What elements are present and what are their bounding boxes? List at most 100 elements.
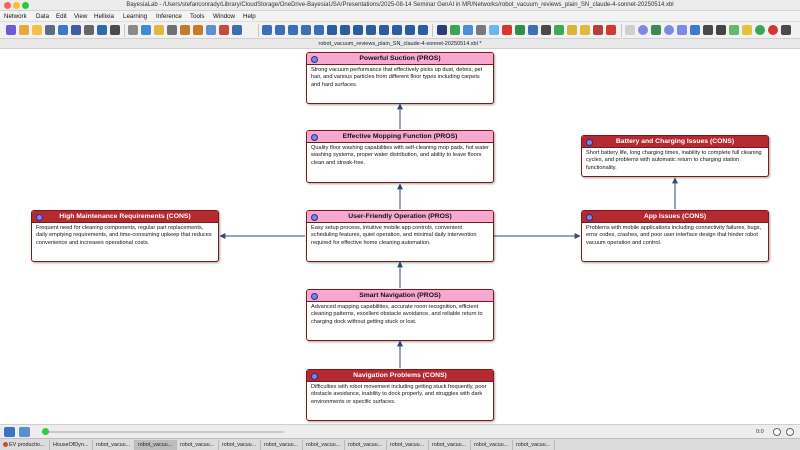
note-icon[interactable]: [232, 25, 242, 35]
warning-icon[interactable]: [593, 25, 603, 35]
delete-icon[interactable]: [167, 25, 177, 35]
expand-arrows-icon[interactable]: [327, 25, 337, 35]
menu-window[interactable]: Window: [213, 11, 235, 22]
node-square-icon[interactable]: [690, 25, 700, 35]
menu-data[interactable]: Data: [36, 11, 49, 22]
text-box-icon[interactable]: [729, 25, 739, 35]
node-high-maintenance[interactable]: High Maintenance Requirements (CONS) Fre…: [31, 210, 219, 262]
check-icon[interactable]: [450, 25, 460, 35]
modeling-mode-button[interactable]: [4, 427, 15, 437]
zoom-fit-icon[interactable]: [288, 25, 298, 35]
bayesialab-icon: [3, 442, 8, 448]
menu-tools[interactable]: Tools: [190, 11, 204, 22]
node-octagon-icon[interactable]: [651, 25, 661, 35]
home-icon[interactable]: [6, 25, 16, 35]
zoom-in-icon[interactable]: [262, 25, 272, 35]
save-icon[interactable]: [58, 25, 68, 35]
menu-view[interactable]: View: [74, 11, 87, 22]
task-item[interactable]: HouseOfDyn...: [50, 440, 93, 450]
help-icon[interactable]: [786, 428, 794, 436]
image-icon[interactable]: [206, 25, 216, 35]
pie-icon[interactable]: [567, 25, 577, 35]
menu-inference[interactable]: Inference: [156, 11, 182, 22]
copy-icon[interactable]: [141, 25, 151, 35]
print-icon[interactable]: [84, 25, 94, 35]
zoom-selection-icon[interactable]: [301, 25, 311, 35]
zoom-out-icon[interactable]: [275, 25, 285, 35]
node-diamond-icon[interactable]: [677, 25, 687, 35]
network-canvas[interactable]: Powerful Suction (PROS) Strong vacuum pe…: [0, 50, 800, 424]
undo-icon[interactable]: [180, 25, 190, 35]
task-item[interactable]: robot_vacuu...: [261, 440, 303, 450]
search-icon[interactable]: [97, 25, 107, 35]
node-description: Difficulties with robot movement includi…: [311, 383, 487, 405]
task-item[interactable]: robot_vacuu...: [513, 440, 555, 450]
task-item[interactable]: EV productio...: [0, 440, 50, 450]
zoom-reset-icon[interactable]: [314, 25, 324, 35]
menu-help[interactable]: Help: [243, 11, 256, 22]
bayesialab-window: BayesiaLab - /Users/stefanconrady/Librar…: [0, 0, 800, 450]
task-item[interactable]: robot_vacuu...: [429, 440, 471, 450]
stop-icon[interactable]: [502, 25, 512, 35]
database-icon[interactable]: [45, 25, 55, 35]
node-smart-navigation[interactable]: Smart Navigation (PROS) Advanced mapping…: [306, 289, 494, 341]
task-item[interactable]: robot_vacuu...: [219, 440, 261, 450]
pencil-icon[interactable]: [781, 25, 791, 35]
monitor-icon[interactable]: [476, 25, 486, 35]
new-network-icon[interactable]: [19, 25, 29, 35]
task-item[interactable]: robot_vacuu...: [93, 440, 135, 450]
no-entry-icon[interactable]: [606, 25, 616, 35]
timeline-slider[interactable]: [44, 431, 284, 433]
chat-icon[interactable]: [515, 25, 525, 35]
menu-hellixia[interactable]: Hellixia: [94, 11, 114, 22]
arc-icon[interactable]: [703, 25, 713, 35]
redo-icon[interactable]: [193, 25, 203, 35]
pointer-icon[interactable]: [625, 25, 635, 35]
task-item[interactable]: robot_vacuu...: [177, 440, 219, 450]
vertical-arrows-icon[interactable]: [366, 25, 376, 35]
rotate-right-icon[interactable]: [405, 25, 415, 35]
modeling-mode-icon[interactable]: [768, 25, 778, 35]
node-user-friendly[interactable]: User-Friendly Operation (PROS) Easy setu…: [306, 210, 494, 262]
open-folder-icon[interactable]: [32, 25, 42, 35]
rotate-left-icon[interactable]: [392, 25, 402, 35]
menu-edit[interactable]: Edit: [56, 11, 67, 22]
sticky-note-icon[interactable]: [742, 25, 752, 35]
node-powerful-suction[interactable]: Powerful Suction (PROS) Strong vacuum pe…: [306, 52, 494, 104]
chart-up-icon[interactable]: [554, 25, 564, 35]
grid-icon[interactable]: [418, 25, 428, 35]
save-as-icon[interactable]: [71, 25, 81, 35]
settings-gear-icon[interactable]: [110, 25, 120, 35]
task-item[interactable]: robot_vacuu...: [387, 440, 429, 450]
node-effective-mopping[interactable]: Effective Mopping Function (PROS) Qualit…: [306, 130, 494, 183]
cluster-icon[interactable]: [489, 25, 499, 35]
slider-knob[interactable]: [42, 428, 49, 435]
task-item-active[interactable]: robot_vacuu...: [135, 440, 177, 450]
task-item[interactable]: robot_vacuu...: [303, 440, 345, 450]
task-item[interactable]: robot_vacuu...: [471, 440, 513, 450]
structure-icon[interactable]: [463, 25, 473, 35]
horizontal-arrows-icon[interactable]: [353, 25, 363, 35]
validation-mode-button[interactable]: [19, 427, 30, 437]
document-tab[interactable]: robot_vacuum_reviews_plain_SN_claude-4-s…: [0, 39, 800, 49]
info-icon[interactable]: [773, 428, 781, 436]
compress-arrows-icon[interactable]: [379, 25, 389, 35]
task-item[interactable]: robot_vacuu...: [345, 440, 387, 450]
chart-icon[interactable]: [541, 25, 551, 35]
validation-mode-icon[interactable]: [755, 25, 765, 35]
menu-learning[interactable]: Learning: [123, 11, 147, 22]
paste-icon[interactable]: [154, 25, 164, 35]
node-circle-icon[interactable]: [638, 25, 648, 35]
cut-icon[interactable]: [128, 25, 138, 35]
menu-network[interactable]: Network: [4, 11, 27, 22]
font-icon[interactable]: [437, 25, 447, 35]
node-navigation-problems[interactable]: Navigation Problems (CONS) Difficulties …: [306, 369, 494, 421]
node-app-issues[interactable]: App Issues (CONS) Problems with mobile a…: [581, 210, 769, 262]
wrench-icon[interactable]: [716, 25, 726, 35]
graph-icon[interactable]: [528, 25, 538, 35]
constraint-node-icon[interactable]: [664, 25, 674, 35]
node-battery-charging[interactable]: Battery and Charging Issues (CONS) Short…: [581, 135, 769, 177]
document-icon[interactable]: [219, 25, 229, 35]
diagonal-expand-icon[interactable]: [340, 25, 350, 35]
box-icon[interactable]: [580, 25, 590, 35]
